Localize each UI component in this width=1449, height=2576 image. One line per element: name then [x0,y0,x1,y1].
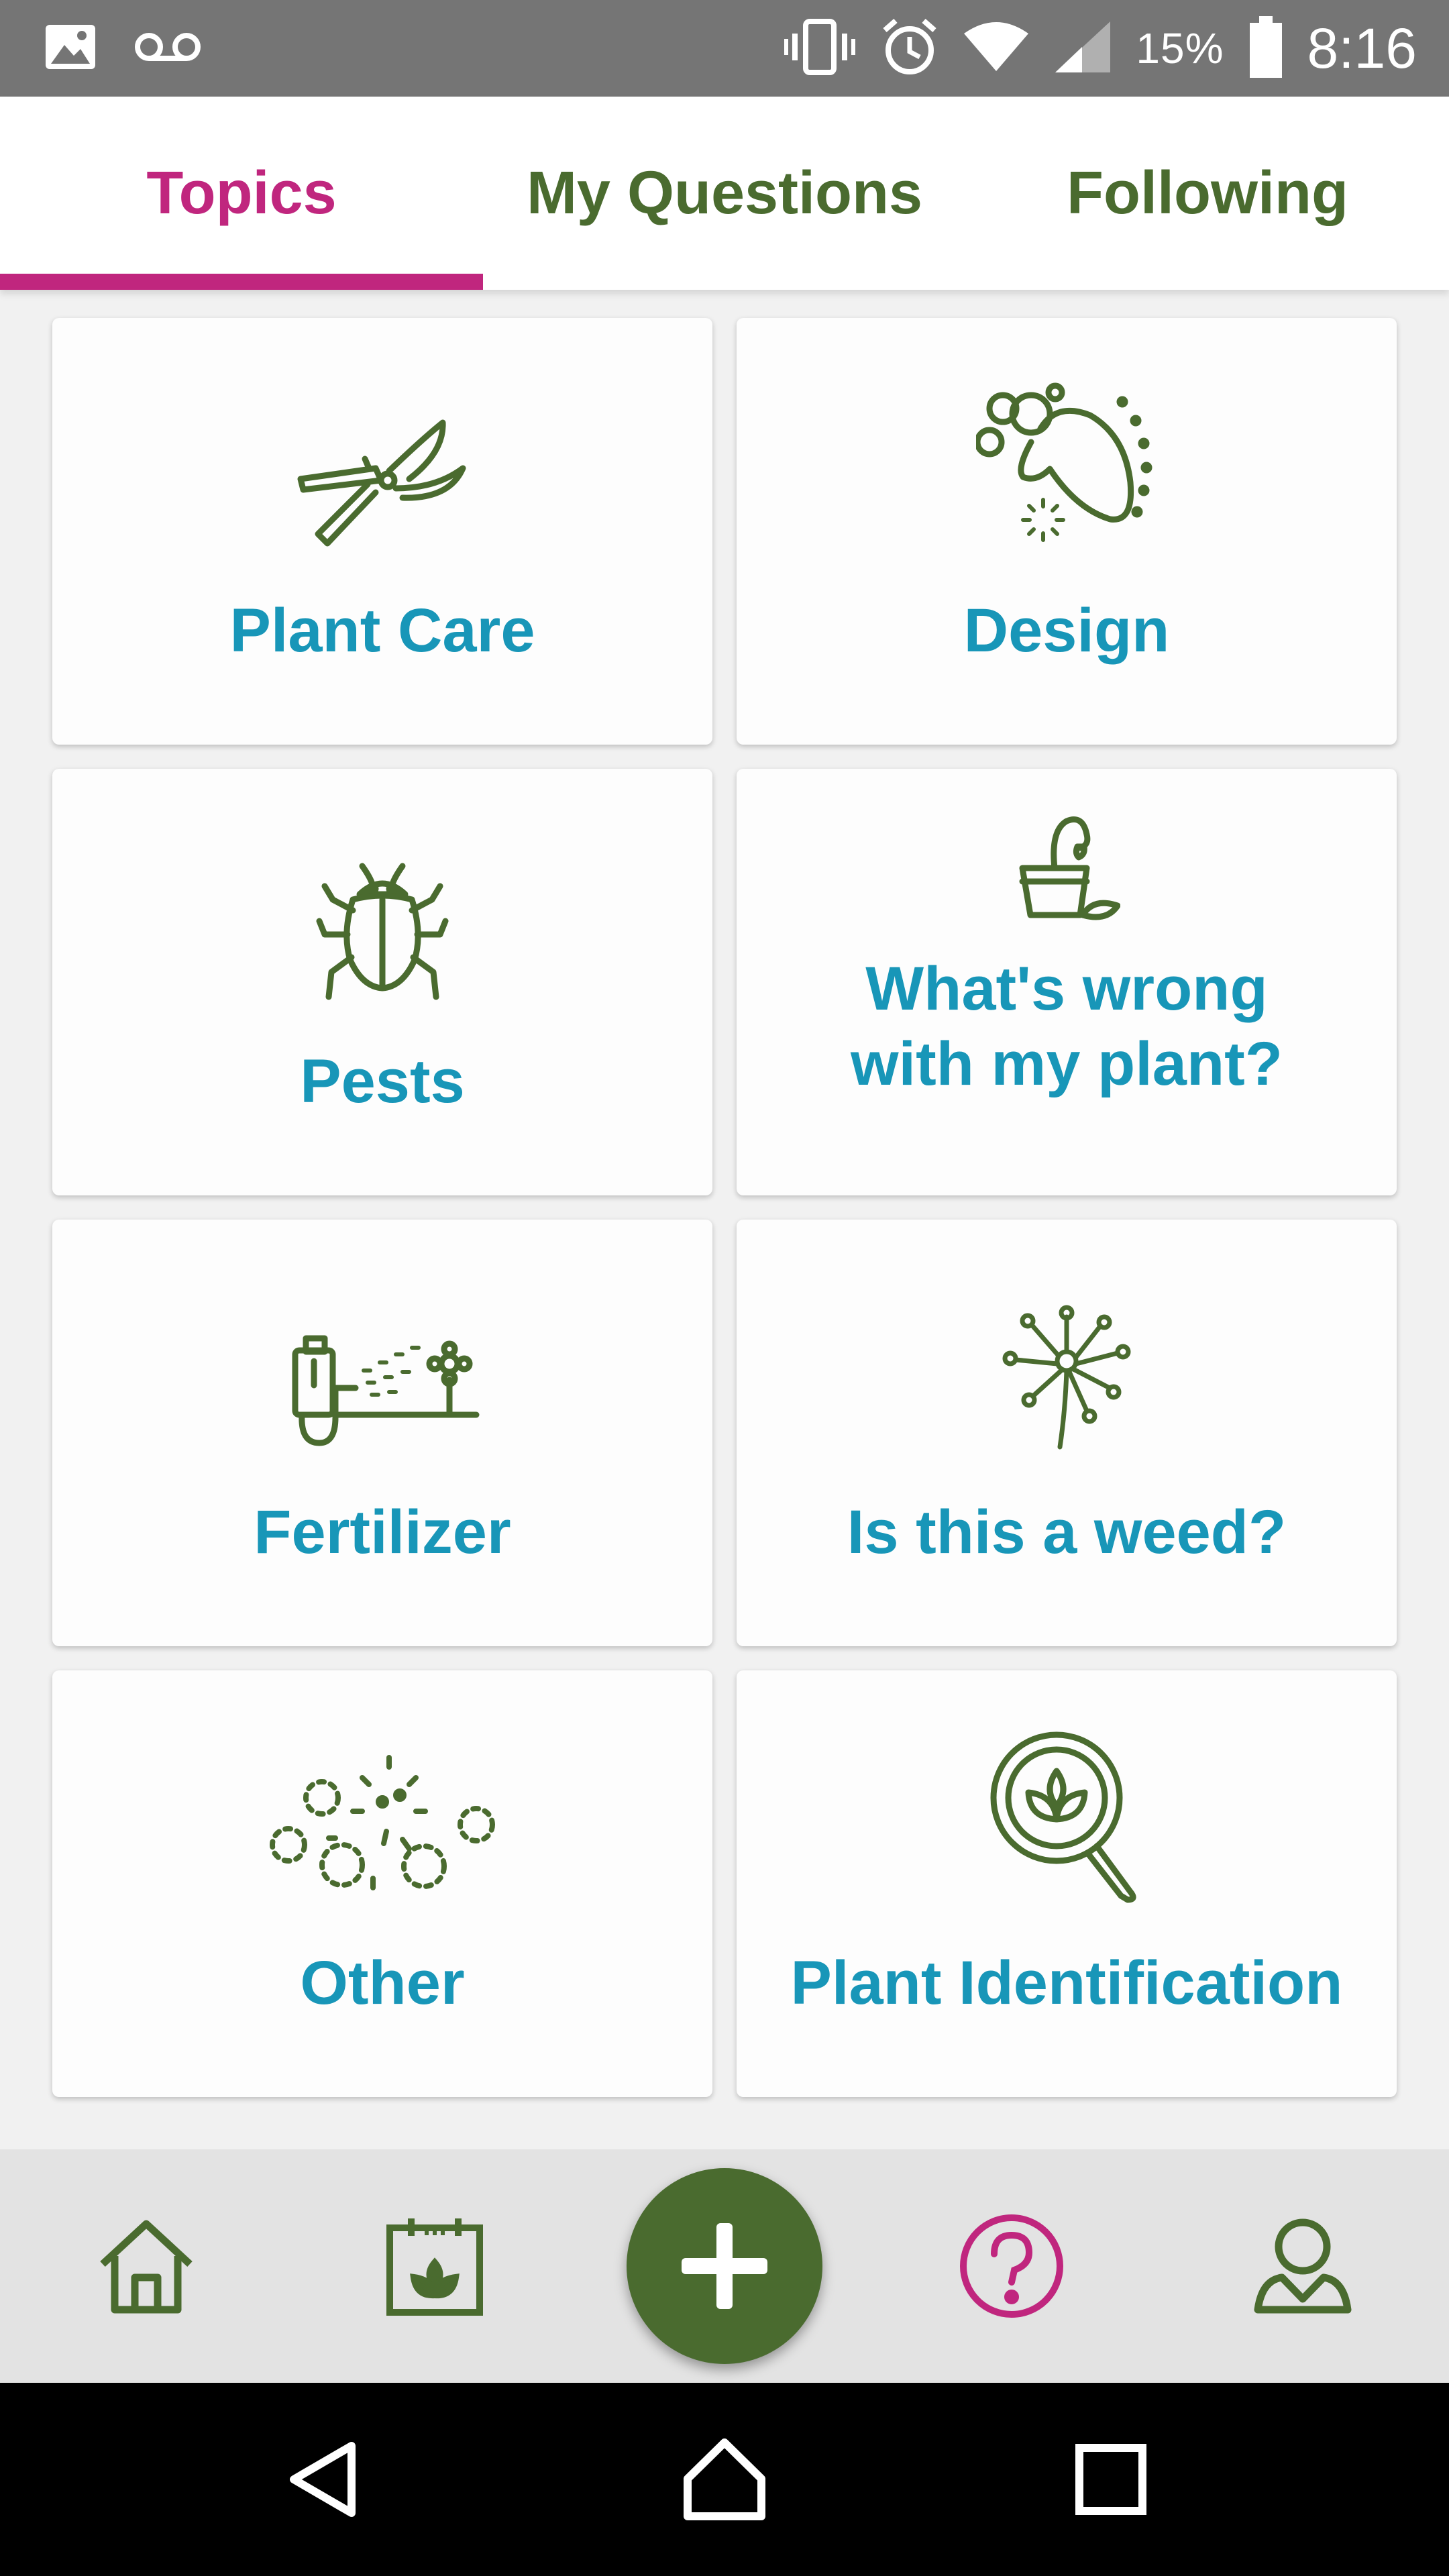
question-circle-icon [960,2214,1063,2318]
topic-card-other[interactable]: Other [52,1670,712,2097]
system-navigation-bar [0,2383,1449,2576]
clock: 8:16 [1307,16,1417,80]
voicemail-icon [133,30,203,67]
topic-label: Other [300,1949,465,2017]
home-icon [100,2220,193,2314]
home-system-button[interactable] [644,2383,805,2576]
alarm-icon [879,17,940,80]
recents-button[interactable] [1030,2383,1191,2576]
topic-card-is-this-a-weed[interactable]: Is this a weed? [737,1220,1397,1646]
nav-questions[interactable] [945,2149,1079,2383]
plant-calendar-icon [386,2218,483,2316]
topic-label: Plant Care [229,596,535,665]
nav-profile[interactable] [1236,2149,1370,2383]
back-triangle-icon [290,2442,356,2517]
garden-design-icon [737,382,1397,549]
signal-icon [1053,19,1113,78]
topic-label: Pests [300,1047,465,1116]
topic-label: with my plant? [851,1030,1283,1098]
seeds-scatter-icon [52,1751,712,1905]
status-bar: 15% 8:16 [0,0,1449,97]
topic-card-design[interactable]: Design [737,318,1397,745]
topic-card-plant-care[interactable]: Plant Care [52,318,712,745]
beetle-icon [52,859,712,1000]
nav-home[interactable] [79,2149,213,2383]
magnifier-leaf-icon [737,1731,1397,1905]
topic-label: Is this a weed? [847,1498,1287,1566]
tab-topics[interactable]: Topics [0,97,483,290]
fertilizer-sprayer-icon [52,1330,712,1451]
topic-card-plant-identification[interactable]: Plant Identification [737,1670,1397,2097]
topic-card-fertilizer[interactable]: Fertilizer [52,1220,712,1646]
battery-icon [1247,15,1285,83]
topic-tabs: Topics My Questions Following [0,97,1449,290]
gallery-notification-icon [44,23,97,74]
back-button[interactable] [244,2383,405,2576]
pruning-shears-icon [52,419,712,553]
topic-label: Design [963,596,1170,665]
tab-following[interactable]: Following [966,97,1449,290]
wilting-plant-pot-icon [737,814,1397,928]
topic-card-pests[interactable]: Pests [52,769,712,1195]
battery-percent: 15% [1136,24,1224,72]
vibrate-icon [783,18,857,78]
active-tab-indicator [0,274,483,290]
add-question-button[interactable] [627,2168,822,2364]
topic-label: What's wrong [865,955,1268,1023]
plus-icon [682,2223,767,2309]
topic-label: Fertilizer [254,1498,511,1566]
topic-card-whats-wrong[interactable]: What's wrong with my plant? [737,769,1397,1195]
wifi-icon [963,20,1030,77]
topic-label: Plant Identification [790,1949,1343,2017]
nav-garden-calendar[interactable] [368,2149,502,2383]
home-outline-icon [684,2438,765,2520]
recents-square-icon [1075,2444,1146,2515]
user-icon [1254,2218,1352,2314]
tab-my-questions[interactable]: My Questions [483,97,966,290]
dandelion-icon [737,1303,1397,1451]
